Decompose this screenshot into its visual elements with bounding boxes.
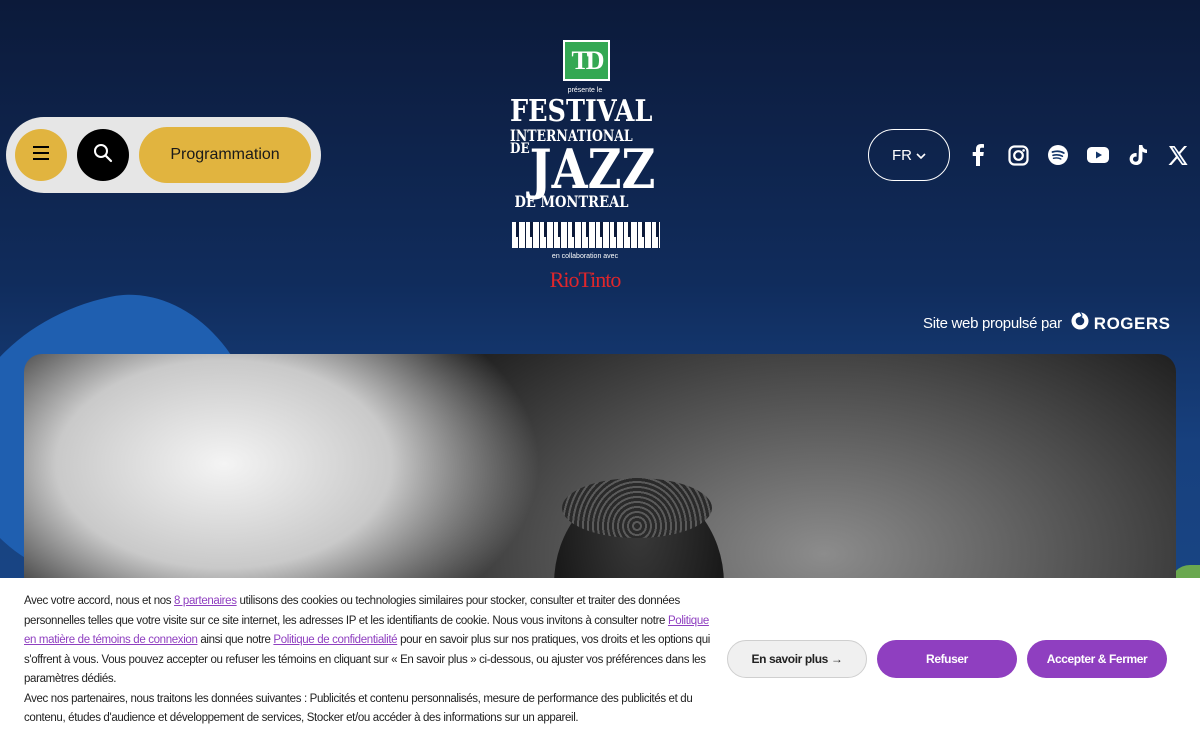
logo-wordmark: FESTIVAL INTERNATIONAL DEJAZZ DE MONTREA… [510,94,656,211]
powered-text: Site web propulsé par [923,315,1062,332]
learn-more-button[interactable]: En savoir plus → [727,640,867,678]
chevron-down-icon [916,147,926,164]
privacy-policy-link[interactable]: Politique de confidentialité [273,634,397,646]
language-label: FR [892,146,912,164]
search-icon [93,143,113,168]
piano-keys-graphic [512,222,660,248]
logo-collab: en collaboration avec [551,253,619,260]
language-switcher[interactable]: FR [868,129,950,181]
td-logo: TD [563,40,610,81]
rogers-icon [1070,311,1090,336]
hamburger-icon [32,145,50,165]
x-icon[interactable] [1166,143,1190,167]
programmation-button[interactable]: Programmation [139,127,311,183]
search-button[interactable] [77,129,129,181]
refuse-button[interactable]: Refuser [877,640,1017,678]
logo-presents: présente le [567,87,603,94]
spotify-icon[interactable] [1046,143,1070,167]
instagram-icon[interactable] [1006,143,1030,167]
rogers-wordmark: ROGERS [1093,313,1171,333]
rogers-logo: ROGERS [1070,311,1171,336]
cookie-text: Avec votre accord, nous et nos 8 partena… [24,595,710,725]
accept-close-button[interactable]: Accepter & Fermer [1027,640,1167,678]
youtube-icon[interactable] [1086,143,1110,167]
cookie-data-text: Avec nos partenaires, nous traitons les … [24,692,693,725]
facebook-icon[interactable] [966,143,990,167]
riotinto-logo: RioTinto [549,267,622,292]
festival-logo[interactable]: TD présente le FESTIVAL INTERNATIONAL DE… [505,40,675,300]
powered-by[interactable]: Site web propulsé par ROGERS [923,311,1170,336]
cookie-banner: Avec votre accord, nous et nos 8 partena… [0,578,1200,740]
tiktok-icon[interactable] [1126,143,1150,167]
menu-button[interactable] [15,129,67,181]
partners-link[interactable]: 8 partenaires [174,595,237,607]
